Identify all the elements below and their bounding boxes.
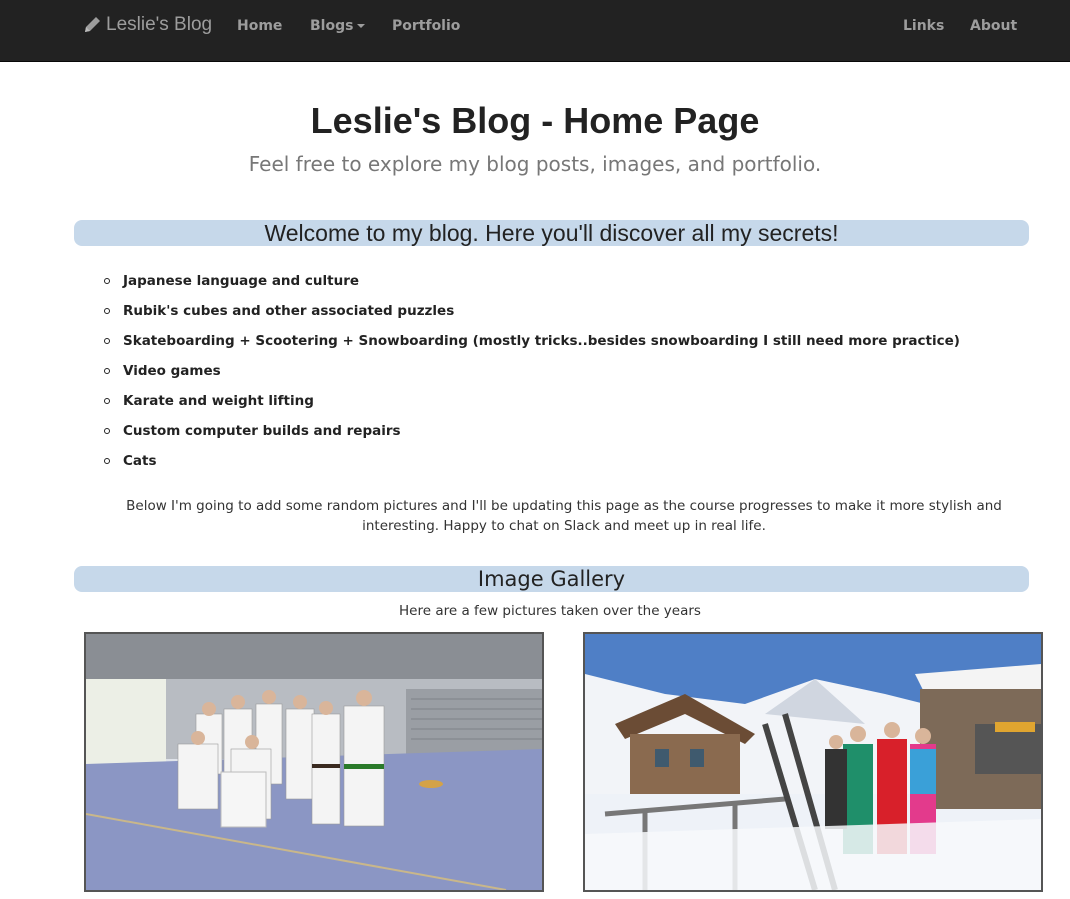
list-item: Custom computer builds and repairs	[104, 416, 960, 446]
bullet-icon	[104, 398, 110, 404]
list-item-label: Karate and weight lifting	[123, 393, 314, 409]
page-subtitle: Feel free to explore my blog posts, imag…	[248, 152, 822, 176]
bullet-icon	[104, 368, 110, 374]
welcome-heading-bar: Welcome to my blog. Here you'll discover…	[74, 220, 1029, 246]
gallery-heading: Image Gallery	[477, 567, 626, 591]
brand-label: Leslie's Blog	[106, 14, 213, 35]
interests-list: Japanese language and culture Rubik's cu…	[104, 266, 960, 476]
navbar: Leslie's Blog Home Blogs Portfolio Links…	[0, 0, 1070, 62]
intro-paragraph: Below I'm going to add some random pictu…	[126, 498, 1002, 534]
list-item-label: Cats	[123, 453, 157, 469]
gallery-heading-bar: Image Gallery	[74, 566, 1029, 592]
list-item: Skateboarding + Scootering + Snowboardin…	[104, 326, 960, 356]
list-item: Rubik's cubes and other associated puzzl…	[104, 296, 960, 326]
brand-link[interactable]: Leslie's Blog	[82, 14, 212, 36]
bullet-icon	[104, 278, 110, 284]
gallery-photo-snow[interactable]	[583, 632, 1043, 892]
snow-photo-image	[585, 634, 1041, 890]
list-item: Japanese language and culture	[104, 266, 960, 296]
nav-home[interactable]: Home	[237, 18, 282, 34]
list-item-label: Rubik's cubes and other associated puzzl…	[123, 303, 455, 319]
list-item-label: Custom computer builds and repairs	[123, 423, 401, 439]
pencil-icon	[85, 17, 100, 32]
nav-blogs-dropdown[interactable]: Blogs	[310, 18, 366, 34]
bullet-icon	[104, 458, 110, 464]
bullet-icon	[104, 428, 110, 434]
gallery-caption: Here are a few pictures taken over the y…	[399, 603, 701, 619]
nav-links[interactable]: Links	[903, 18, 944, 34]
list-item: Karate and weight lifting	[104, 386, 960, 416]
page-title: Leslie's Blog - Home Page	[310, 100, 760, 141]
list-item-label: Video games	[123, 363, 221, 379]
gallery-photo-karate[interactable]	[84, 632, 544, 892]
nav-blogs-label: Blogs	[310, 18, 354, 34]
welcome-heading: Welcome to my blog. Here you'll discover…	[264, 220, 839, 246]
bullet-icon	[104, 338, 110, 344]
nav-portfolio[interactable]: Portfolio	[392, 18, 460, 34]
karate-photo-image	[86, 634, 542, 890]
list-item: Cats	[104, 446, 960, 476]
bullet-icon	[104, 308, 110, 314]
caret-down-icon	[357, 24, 366, 28]
list-item-label: Skateboarding + Scootering + Snowboardin…	[123, 333, 960, 349]
list-item-label: Japanese language and culture	[123, 273, 360, 289]
nav-about[interactable]: About	[970, 18, 1017, 34]
list-item: Video games	[104, 356, 960, 386]
